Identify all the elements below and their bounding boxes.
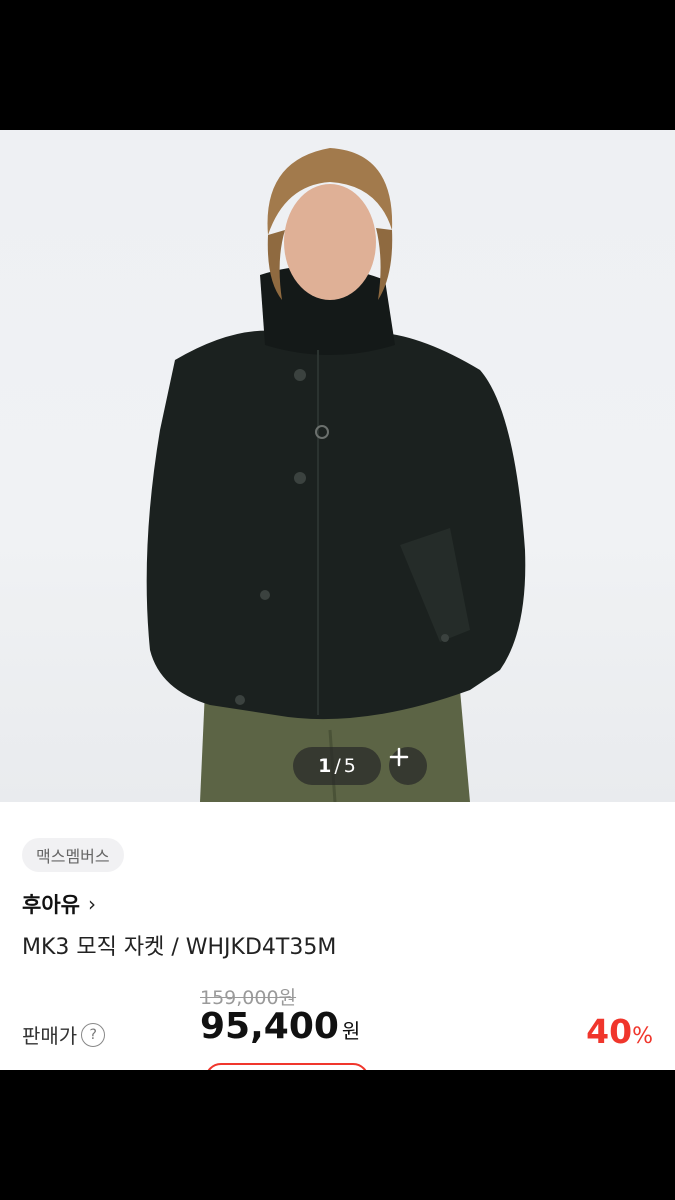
discount-rate: 40 % <box>586 1012 653 1051</box>
max-members-badge: 맥스멤버스 <box>22 838 124 872</box>
help-icon[interactable]: ? <box>81 1022 106 1047</box>
sale-price-amount: 95,400 <box>200 1006 339 1047</box>
model-face <box>284 184 376 300</box>
image-counter: 1 / 5 <box>293 747 381 785</box>
price-label: 판매가 ? <box>22 1020 106 1049</box>
plus-icon <box>389 747 409 767</box>
coupon-button-partial[interactable] <box>205 1063 369 1070</box>
jacket-shape <box>146 330 526 720</box>
sale-price: 95,400 원 <box>200 1006 360 1047</box>
price-label-text: 판매가 <box>22 1024 78 1048</box>
image-counter-current: 1 <box>318 755 332 777</box>
image-counter-total: 5 <box>343 755 356 777</box>
discount-rate-unit: % <box>632 1024 653 1049</box>
product-image-gallery[interactable]: 1 / 5 <box>0 130 675 802</box>
chevron-right-icon: › <box>87 892 96 916</box>
sale-price-currency: 원 <box>341 1019 361 1043</box>
discount-rate-value: 40 <box>586 1012 633 1051</box>
brand-link[interactable]: 후아유 › <box>22 886 96 922</box>
image-counter-separator: / <box>334 755 341 777</box>
product-detail-screen: 1 / 5 맥스멤버스 후아유 › MK3 모직 자켓 / WHJKD4T35M… <box>0 130 675 1070</box>
brand-name: 후아유 <box>22 893 80 917</box>
product-photo <box>146 148 526 802</box>
expand-gallery-button[interactable] <box>389 747 427 785</box>
product-title: MK3 모직 자켓 / WHJKD4T35M <box>22 935 337 960</box>
